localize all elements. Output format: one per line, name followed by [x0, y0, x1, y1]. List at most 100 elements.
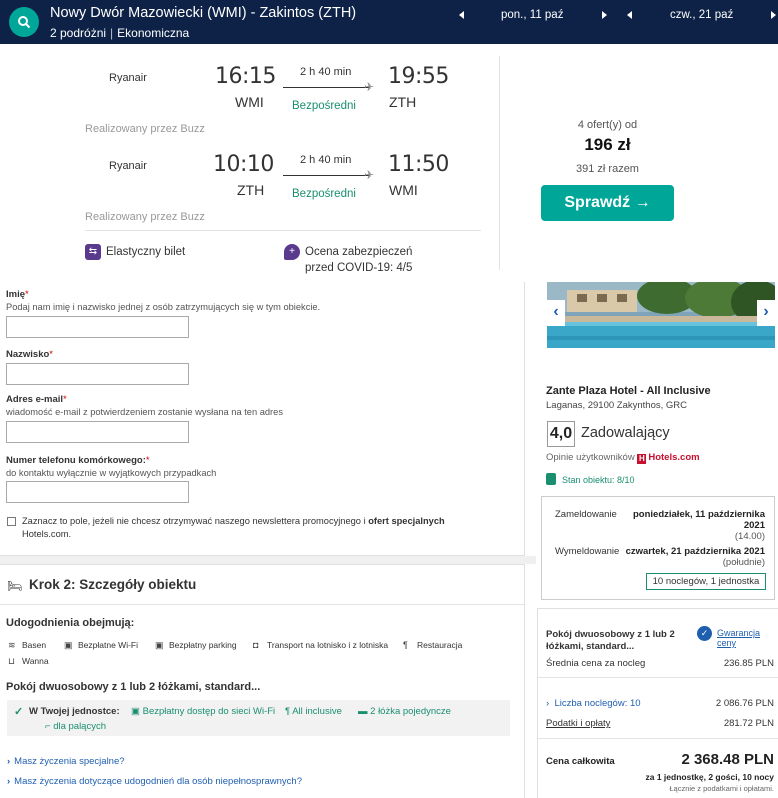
- total-price-note: za 1 jednostkę, 2 gości, 10 nocy: [645, 772, 775, 782]
- phone-input[interactable]: [6, 481, 189, 503]
- depart-date[interactable]: pon., 11 paź: [501, 9, 563, 21]
- checkin-label: Zameldowanie: [555, 509, 617, 520]
- property-condition: Stan obiektu: 8/10: [562, 475, 635, 485]
- price-guarantee-icon: ✓: [697, 626, 712, 641]
- plane-icon: ✈: [364, 80, 375, 94]
- phone-label: Numer telefonu komórkowego:: [6, 455, 146, 466]
- pool-icon: ≋: [8, 640, 16, 650]
- flexible-ticket-label: Elastyczny bilet: [106, 246, 186, 258]
- hotel-name[interactable]: Zante Plaza Hotel - All Inclusive: [546, 385, 711, 397]
- bed-icon: 🛏: [7, 579, 23, 593]
- nights-count-toggle[interactable]: › Liczba noclegów: 10: [546, 698, 641, 709]
- room-feature-beds: ▬ 2 łóżka pojedyncze: [358, 706, 451, 717]
- flight-result-card[interactable]: Ryanair 16:15 WMI 2 h 40 min ✈ Bezpośred…: [0, 44, 778, 282]
- taxes-fees-link[interactable]: Podatki i opłaty: [546, 718, 610, 729]
- nights-badge: 10 noclegów, 1 jednostka: [646, 573, 766, 590]
- checkin-year: 2021: [743, 520, 765, 531]
- return-date[interactable]: czw., 21 paź: [670, 9, 733, 21]
- hotel-address: Laganas, 29100 Zakynthos, GRC: [546, 400, 688, 411]
- accessibility-requests-link[interactable]: › Masz życzenia dotyczące udogodnień dla …: [7, 776, 302, 787]
- required-marker: *: [145, 455, 150, 466]
- newsletter-text-bold: ofert specjalnych: [368, 516, 445, 526]
- first-name-input[interactable]: [6, 316, 189, 338]
- checkin-time: (14.00): [734, 531, 765, 542]
- divider: [85, 230, 481, 231]
- next-depart-date-arrow-icon[interactable]: [602, 11, 607, 19]
- section-title: Krok 2: Szczegóły obiektu: [29, 577, 197, 592]
- return-departure-airport: ZTH: [237, 182, 265, 198]
- hotel-photo-image: [547, 282, 775, 348]
- amenity-shuttle: ◘ Transport na lotnisko i z lotniska: [253, 640, 389, 650]
- outbound-departure-airport: WMI: [235, 94, 264, 110]
- next-photo-button[interactable]: ›: [757, 300, 775, 326]
- wifi-icon: ▣: [131, 706, 143, 717]
- total-price-label: Cena całkowita: [546, 756, 615, 767]
- covid-score-line2: przed COVID-19: 4/5: [305, 262, 413, 274]
- price-summary: Pokój dwuosobowy z 1 lub 2 łóżkami, stan…: [537, 608, 778, 798]
- shield-icon: +: [284, 244, 300, 260]
- bathtub-icon: ⊔: [8, 656, 16, 666]
- newsletter-optout-checkbox[interactable]: [7, 517, 16, 526]
- return-duration: 2 h 40 min: [300, 154, 352, 166]
- outbound-duration: 2 h 40 min: [300, 66, 352, 78]
- hotels-logo-icon: H: [637, 454, 647, 464]
- price-total: 391 zł razem: [576, 163, 639, 175]
- return-arrival-airport: WMI: [389, 182, 418, 198]
- flexible-ticket-icon: ⇆: [85, 244, 101, 260]
- return-stops: Bezpośredni: [292, 188, 356, 200]
- cabin-class: Ekonomiczna: [117, 26, 190, 40]
- return-airline: Ryanair: [109, 160, 147, 172]
- stay-dates-box: Zameldowanie poniedziałek, 11 październi…: [541, 496, 775, 600]
- return-route-line: [283, 175, 369, 176]
- travellers-count: 2 podróżni: [50, 26, 107, 40]
- email-input[interactable]: [6, 421, 189, 443]
- previous-photo-button[interactable]: ‹: [547, 300, 565, 326]
- room-features-box: ✓ W Twojej jednostce: ▣ Bezpłatny dostęp…: [7, 700, 510, 736]
- parking-icon: ▣: [155, 640, 164, 650]
- room-feature-all-inclusive: ¶ All inclusive: [285, 706, 342, 717]
- outbound-operated-by: Realizowany przez Buzz: [85, 123, 205, 135]
- section-header: 🛏 Krok 2: Szczegóły obiektu: [0, 565, 525, 605]
- outbound-arrival-airport: ZTH: [389, 94, 417, 110]
- checkout-time: (południe): [722, 557, 765, 568]
- amenity-parking: ▣ Bezpłatny parking: [155, 640, 237, 650]
- newsletter-optout-label[interactable]: Zaznacz to pole, jeżeli nie chcesz otrzy…: [22, 515, 502, 541]
- phone-hint: do kontaktu wyłącznie w wyjątkowych przy…: [6, 468, 217, 478]
- newsletter-text: Zaznacz to pole, jeżeli nie chcesz otrzy…: [22, 516, 369, 526]
- required-marker: *: [63, 394, 67, 405]
- check-offer-button[interactable]: Sprawdź →: [541, 185, 674, 221]
- hotels-com-logo: H Hotels.com: [637, 452, 700, 464]
- chevron-right-icon: ›: [7, 756, 11, 767]
- amenity-bathtub: ⊔ Wanna: [8, 656, 49, 666]
- rating-label: Zadowalający: [581, 425, 670, 441]
- required-marker: *: [25, 289, 29, 300]
- plane-icon: ✈: [364, 168, 375, 182]
- outbound-arrival-time: 19:55: [388, 64, 449, 89]
- condition-icon: [546, 473, 556, 485]
- outbound-departure-time: 16:15: [215, 64, 276, 89]
- outbound-airline: Ryanair: [109, 72, 147, 84]
- next-return-date-arrow-icon[interactable]: [771, 11, 776, 19]
- prev-return-date-arrow-icon[interactable]: [627, 11, 632, 19]
- last-name-input[interactable]: [6, 363, 189, 385]
- outbound-stops: Bezpośredni: [292, 100, 356, 112]
- search-button[interactable]: [9, 7, 39, 37]
- checkout-date: czwartek, 21 października 2021: [625, 546, 765, 557]
- search-summary-bar[interactable]: Nowy Dwór Mazowiecki (WMI) - Zakintos (Z…: [0, 0, 778, 44]
- in-unit-label: W Twojej jednostce:: [29, 706, 120, 717]
- room-summary-line2: łóżkami, standard...: [546, 641, 635, 652]
- chevron-right-icon: ›: [7, 776, 11, 787]
- amenity-pool: ≋ Basen: [8, 640, 47, 650]
- prev-depart-date-arrow-icon[interactable]: [459, 11, 464, 19]
- route-title: Nowy Dwór Mazowiecki (WMI) - Zakintos (Z…: [50, 5, 357, 21]
- guest-details-form: Imię* Podaj nam imię i nazwisko jednej z…: [0, 282, 525, 556]
- price-per-person: 196 zł: [584, 135, 631, 154]
- special-requests-link[interactable]: › Masz życzenia specjalne?: [7, 756, 125, 767]
- covid-score-line1: Ocena zabezpieczeń: [305, 246, 413, 258]
- reviews-source: Opinie użytkowników H Hotels.com: [546, 452, 700, 464]
- total-price-tax-note: Łącznie z podatkami i opłatami.: [669, 784, 774, 793]
- avg-price-value: 236.85 PLN: [723, 658, 774, 669]
- price-guarantee-link[interactable]: Gwarancja ceny: [717, 628, 778, 648]
- return-arrival-time: 11:50: [388, 152, 449, 177]
- newsletter-text-brand: Hotels.com.: [22, 529, 72, 539]
